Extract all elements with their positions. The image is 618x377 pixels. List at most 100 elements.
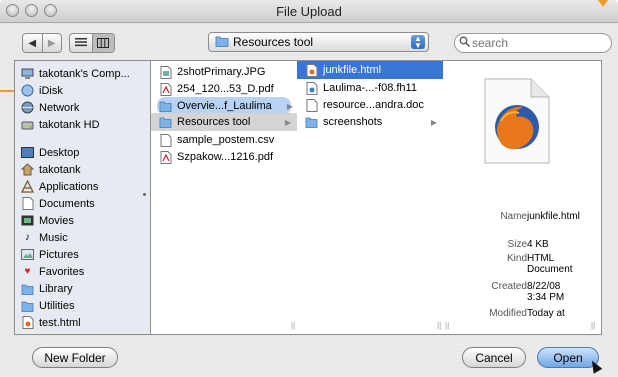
sidebar-item-harddrive[interactable]: takotank HD	[21, 116, 100, 133]
sidebar-item-label: Utilities	[39, 299, 75, 312]
sidebar-item-library[interactable]: Library	[21, 280, 73, 297]
sidebar-item-network[interactable]: Network	[21, 99, 79, 116]
sidebar-item-idisk[interactable]: iDisk	[21, 82, 63, 99]
view-mode-control	[69, 33, 115, 53]
sidebar-item-label: iDisk	[39, 84, 63, 97]
list-item[interactable]: Laulima-...-f08.fh11	[297, 79, 443, 97]
created-label: Created	[491, 281, 527, 292]
location-popup[interactable]: Resources tool ▲ ▼	[208, 32, 429, 52]
sidebar-item-label: Library	[39, 282, 73, 295]
file-name: 254_120...53_D.pdf	[177, 83, 274, 95]
list-item[interactable]: 254_120...53_D.pdf	[151, 80, 297, 98]
sidebar-item-computer[interactable]: takotank's Comp...	[21, 65, 130, 82]
sidebar-item-label: Pictures	[39, 248, 79, 261]
pdf-file-icon	[159, 150, 172, 164]
sidebar-item-label: Applications	[39, 180, 99, 193]
favorites-icon: ♥	[24, 266, 31, 277]
sidebar-item-home[interactable]: takotank	[21, 161, 81, 178]
file-name: sample_postem.csv	[177, 134, 275, 146]
folder-icon	[215, 35, 229, 50]
window-title: File Upload	[276, 4, 342, 19]
list-item[interactable]: 2shotPrimary.JPG	[151, 63, 297, 81]
browser-column-1: 2shotPrimary.JPG 254_120...53_D.pdf Over…	[151, 61, 298, 334]
column-resize-handle[interactable]: ||	[291, 321, 295, 330]
movies-icon	[21, 214, 34, 227]
file-name: screenshots	[323, 116, 383, 128]
applications-icon	[21, 180, 34, 193]
cancel-button[interactable]: Cancel	[462, 347, 526, 368]
column-browser: 2shotPrimary.JPG 254_120...53_D.pdf Over…	[150, 60, 602, 335]
list-item-selected[interactable]: junkfile.html	[297, 61, 443, 79]
chevron-right-icon: ▶	[284, 117, 291, 127]
column-resize-handle[interactable]: ||	[591, 321, 595, 330]
sidebar-item-utilities[interactable]: Utilities	[21, 297, 74, 314]
music-icon: ♪	[25, 232, 30, 243]
text-file-icon	[159, 133, 172, 147]
folder-icon	[305, 116, 318, 129]
column-resize-handle[interactable]: ||	[445, 321, 449, 330]
file-name: resource...andra.doc	[323, 99, 424, 111]
chevron-right-icon: ▶	[430, 117, 437, 127]
sidebar-item-label: Favorites	[39, 265, 85, 278]
kind-label: Kind	[506, 253, 527, 264]
list-item[interactable]: sample_postem.csv	[151, 131, 297, 149]
chevron-right-icon: ▶	[286, 101, 293, 111]
name-value: junkfile.html	[527, 211, 580, 222]
forward-arrow-icon[interactable]: ▶	[43, 38, 62, 49]
search-input[interactable]	[472, 36, 592, 50]
popup-arrows-icon: ▲ ▼	[411, 35, 425, 50]
pdf-file-icon	[159, 82, 172, 96]
sidebar-item-desktop[interactable]: Desktop	[21, 144, 79, 161]
modified-label: Modified	[489, 308, 527, 319]
sidebar-item-test-html[interactable]: test.html	[21, 314, 81, 331]
image-file-icon	[159, 65, 172, 79]
sidebar: takotank's Comp... iDisk Network takotan…	[14, 60, 150, 335]
desktop-icon	[21, 146, 34, 159]
sidebar-item-pictures[interactable]: Pictures	[21, 246, 79, 263]
file-name: 2shotPrimary.JPG	[177, 66, 266, 78]
created-value: 8/22/08 3:34 PM	[527, 281, 565, 303]
file-name: Overvie...f_Laulima	[177, 100, 272, 112]
pictures-icon	[21, 248, 34, 261]
sidebar-item-movies[interactable]: Movies	[21, 212, 74, 229]
sidebar-item-favorites[interactable]: ♥ Favorites	[21, 263, 85, 280]
list-view-icon[interactable]	[70, 37, 92, 50]
doc-file-icon	[305, 98, 318, 112]
sidebar-splitter[interactable]	[143, 193, 146, 196]
folder-icon	[159, 100, 172, 113]
freehand-file-icon	[305, 81, 318, 95]
html-file-icon	[305, 63, 318, 77]
column-view-icon[interactable]	[92, 34, 114, 52]
size-label: Size	[507, 239, 527, 250]
column-resize-handle[interactable]: ||	[437, 321, 441, 330]
sidebar-item-label: Network	[39, 101, 80, 114]
list-item[interactable]: resource...andra.doc	[297, 96, 443, 114]
sidebar-item-applications[interactable]: Applications	[21, 178, 98, 195]
back-arrow-icon[interactable]: ◀	[23, 38, 42, 49]
file-name: Szpakow...1216.pdf	[177, 151, 274, 163]
home-icon	[21, 163, 34, 176]
library-icon	[21, 282, 34, 295]
list-item[interactable]: Szpakow...1216.pdf	[151, 148, 297, 166]
sidebar-item-label: takotank	[39, 163, 81, 176]
sidebar-item-label: takotank's Comp...	[39, 67, 130, 80]
documents-icon	[21, 197, 34, 210]
modified-value: Today at	[527, 308, 565, 319]
sidebar-item-label: Documents	[39, 197, 95, 210]
list-item[interactable]: screenshots ▶	[297, 113, 443, 131]
sidebar-item-label: Music	[39, 231, 68, 244]
preview-column: Name junkfile.html Size 4 KB Kind HTML D…	[443, 61, 601, 334]
firefox-document-icon	[481, 77, 553, 165]
size-value: 4 KB	[527, 239, 549, 250]
annotation-arrow	[598, 0, 608, 7]
new-folder-button[interactable]: New Folder	[32, 347, 118, 368]
file-name: junkfile.html	[323, 64, 382, 76]
list-item[interactable]: Resources tool ▶	[151, 113, 297, 131]
mouse-cursor-icon	[587, 358, 603, 374]
sidebar-item-label: Movies	[39, 214, 74, 227]
search-field[interactable]	[454, 33, 612, 53]
file-upload-dialog: File Upload ◀ ▶ Resources tool ▲ ▼ searc…	[0, 0, 618, 377]
sidebar-item-documents[interactable]: Documents	[21, 195, 95, 212]
file-name: Resources tool	[177, 116, 251, 128]
sidebar-item-music[interactable]: ♪ Music	[21, 229, 68, 246]
